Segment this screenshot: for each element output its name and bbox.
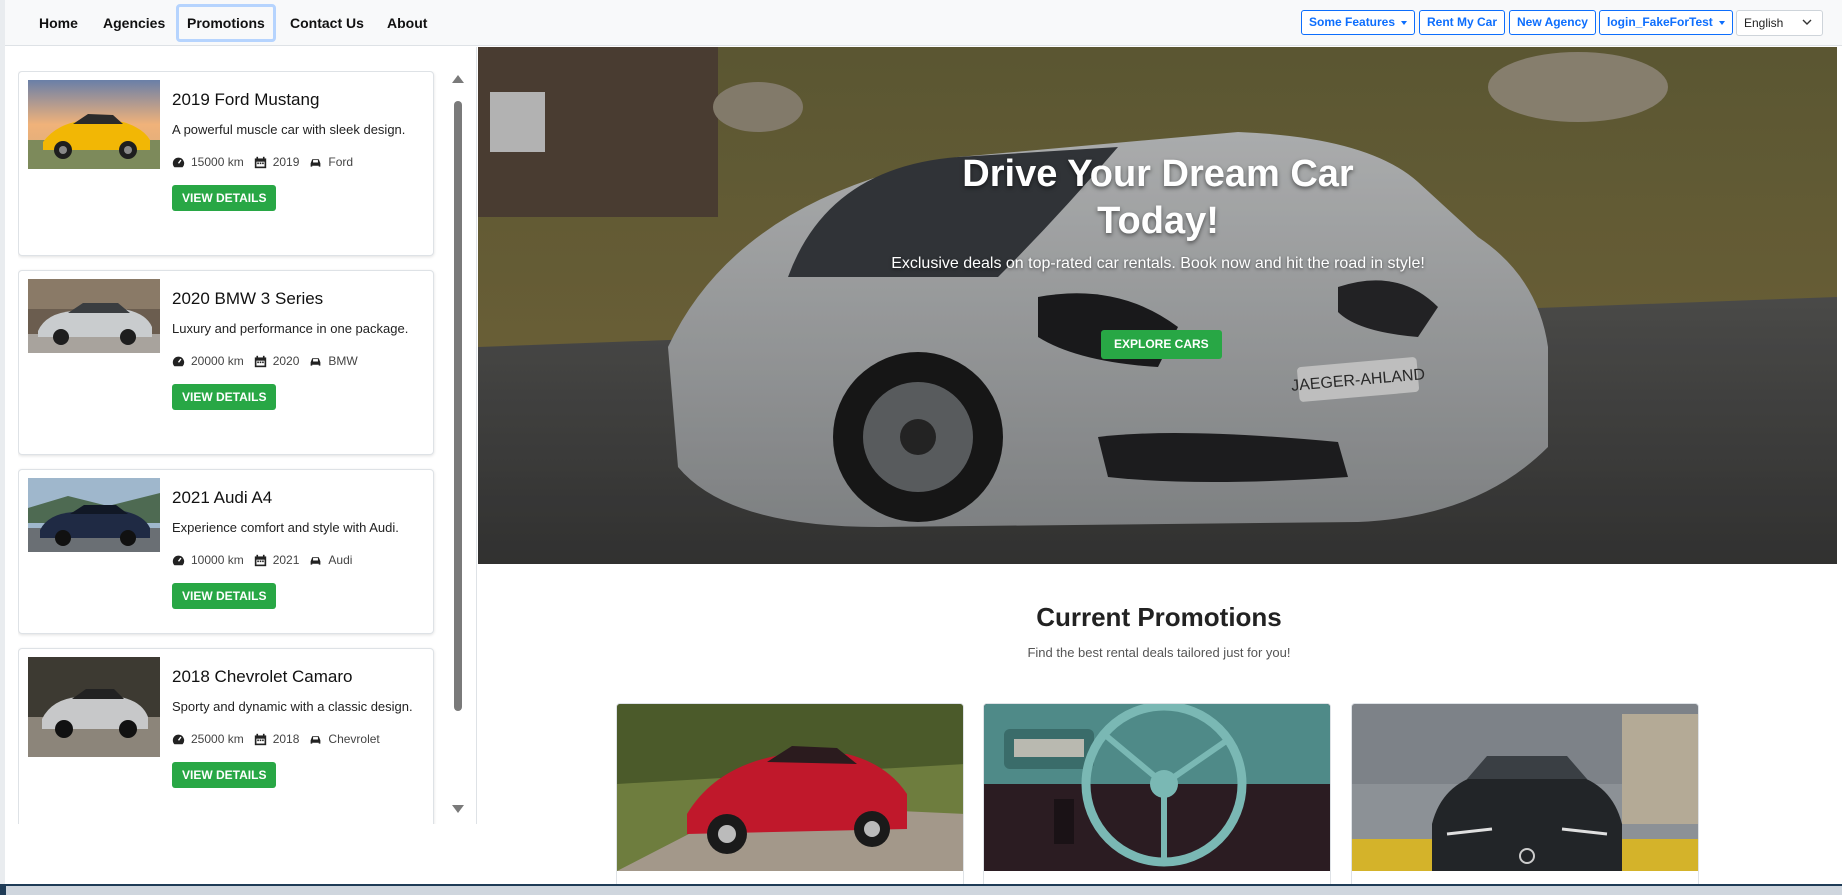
scrollbar-thumb[interactable] (454, 101, 462, 711)
horizontal-scrollbar-track[interactable] (6, 886, 1842, 895)
promotion-image-black-vw (1352, 704, 1698, 871)
login-dropdown[interactable]: login_FakeForTest (1599, 10, 1733, 35)
scroll-down-arrow-icon[interactable] (452, 805, 464, 813)
car-card: 2020 BMW 3 Series Luxury and performance… (18, 270, 434, 455)
car-info: 2018 Chevrolet Camaro Sporty and dynamic… (172, 667, 422, 788)
calendar-icon (254, 355, 266, 367)
car-description: Sporty and dynamic with a classic design… (172, 699, 413, 714)
calendar-icon (254, 554, 266, 566)
car-icon (311, 158, 321, 167)
speedometer-icon (172, 734, 185, 744)
nav-about[interactable]: About (379, 4, 435, 42)
promotions-subheading: Find the best rental deals tailored just… (1027, 645, 1291, 660)
hero-banner: JAEGER-AHLAND Drive Your Dream Car Today… (478, 47, 1837, 564)
car-image-chevrolet-camaro (28, 657, 160, 757)
explore-cars-button[interactable]: EXPLORE CARS (1101, 330, 1222, 359)
caret-down-icon (1718, 20, 1725, 25)
login-label: login_FakeForTest (1607, 15, 1713, 29)
car-km: 10000 km (191, 553, 244, 567)
promotion-card[interactable] (616, 703, 964, 884)
car-make: Ford (328, 155, 354, 169)
car-year: 2019 (272, 155, 300, 169)
promotions-heading: Current Promotions (1036, 602, 1282, 632)
calendar-icon (254, 156, 266, 168)
sidebar-scrollbar[interactable] (450, 71, 466, 821)
car-title: 2018 Chevrolet Camaro (172, 667, 353, 686)
speedometer-icon (172, 356, 185, 366)
car-info: 2021 Audi A4 Experience comfort and styl… (172, 488, 422, 609)
chevron-down-icon (1802, 19, 1812, 25)
app-window: Home Agencies Promotions Contact Us Abou… (5, 0, 1842, 884)
car-image-bmw-3-series (28, 279, 160, 353)
scroll-up-arrow-icon[interactable] (452, 75, 464, 83)
some-features-label: Some Features (1309, 15, 1396, 29)
nav-agencies[interactable]: Agencies (95, 4, 173, 42)
nav-promotions[interactable]: Promotions (176, 4, 276, 42)
hero-title: Drive Your Dream Car Today! (962, 153, 1354, 242)
car-make: Audi (328, 553, 353, 567)
car-make: BMW (328, 354, 358, 368)
car-make: Chevrolet (328, 732, 380, 746)
car-info: 2019 Ford Mustang A powerful muscle car … (172, 90, 422, 211)
language-select[interactable]: English (1736, 10, 1823, 36)
car-description: A powerful muscle car with sleek design. (172, 122, 406, 137)
window-bottom-bar (0, 884, 1842, 895)
promotion-card[interactable] (983, 703, 1331, 884)
car-card: 2021 Audi A4 Experience comfort and styl… (18, 469, 434, 634)
speedometer-icon (172, 157, 185, 167)
rent-my-car-button[interactable]: Rent My Car (1419, 10, 1506, 35)
car-year: 2020 (272, 354, 300, 368)
car-title: 2020 BMW 3 Series (172, 289, 324, 308)
car-card-list: 2019 Ford Mustang A powerful muscle car … (18, 71, 438, 824)
car-meta: 25000 km 2018 Chevrolet (172, 731, 422, 747)
promotion-card[interactable] (1351, 703, 1699, 884)
car-icon (311, 357, 321, 366)
car-km: 20000 km (191, 354, 244, 368)
car-meta: 20000 km 2020 BMW (172, 353, 422, 369)
car-card: 2018 Chevrolet Camaro Sporty and dynamic… (18, 648, 434, 824)
caret-down-icon (1401, 20, 1408, 25)
view-details-button[interactable]: VIEW DETAILS (172, 583, 277, 609)
car-info: 2020 BMW 3 Series Luxury and performance… (172, 289, 422, 410)
car-image-ford-mustang (28, 80, 160, 169)
car-icon (311, 556, 321, 565)
language-value: English (1744, 16, 1784, 30)
new-agency-button[interactable]: New Agency (1509, 10, 1596, 35)
car-title: 2021 Audi A4 (172, 488, 273, 507)
view-details-button[interactable]: VIEW DETAILS (172, 185, 277, 211)
hero-subtitle: Exclusive deals on top-rated car rentals… (891, 255, 1425, 272)
car-title: 2019 Ford Mustang (172, 90, 320, 109)
car-year: 2018 (272, 732, 300, 746)
car-meta: 10000 km 2021 Audi (172, 552, 422, 568)
car-icon (311, 735, 321, 744)
navbar: Home Agencies Promotions Contact Us Abou… (5, 0, 1842, 46)
some-features-dropdown[interactable]: Some Features (1301, 10, 1416, 35)
calendar-icon (254, 733, 266, 745)
nav-home[interactable]: Home (31, 4, 86, 42)
sidebar-car-list: 2019 Ford Mustang A powerful muscle car … (5, 47, 477, 824)
car-km: 25000 km (191, 732, 244, 746)
nav-contact-us[interactable]: Contact Us (282, 4, 372, 42)
car-description: Experience comfort and style with Audi. (172, 520, 399, 535)
view-details-button[interactable]: VIEW DETAILS (172, 762, 277, 788)
view-details-button[interactable]: VIEW DETAILS (172, 384, 277, 410)
hero-background-image: JAEGER-AHLAND (478, 47, 1837, 564)
car-meta: 15000 km 2019 Ford (172, 154, 422, 170)
promotion-image-vintage-dashboard (984, 704, 1330, 871)
promotion-image-red-sports-car (617, 704, 963, 871)
car-image-audi-a4 (28, 478, 160, 552)
car-card: 2019 Ford Mustang A powerful muscle car … (18, 71, 434, 256)
car-km: 15000 km (191, 155, 244, 169)
car-year: 2021 (272, 553, 300, 567)
speedometer-icon (172, 555, 185, 565)
car-description: Luxury and performance in one package. (172, 321, 409, 336)
